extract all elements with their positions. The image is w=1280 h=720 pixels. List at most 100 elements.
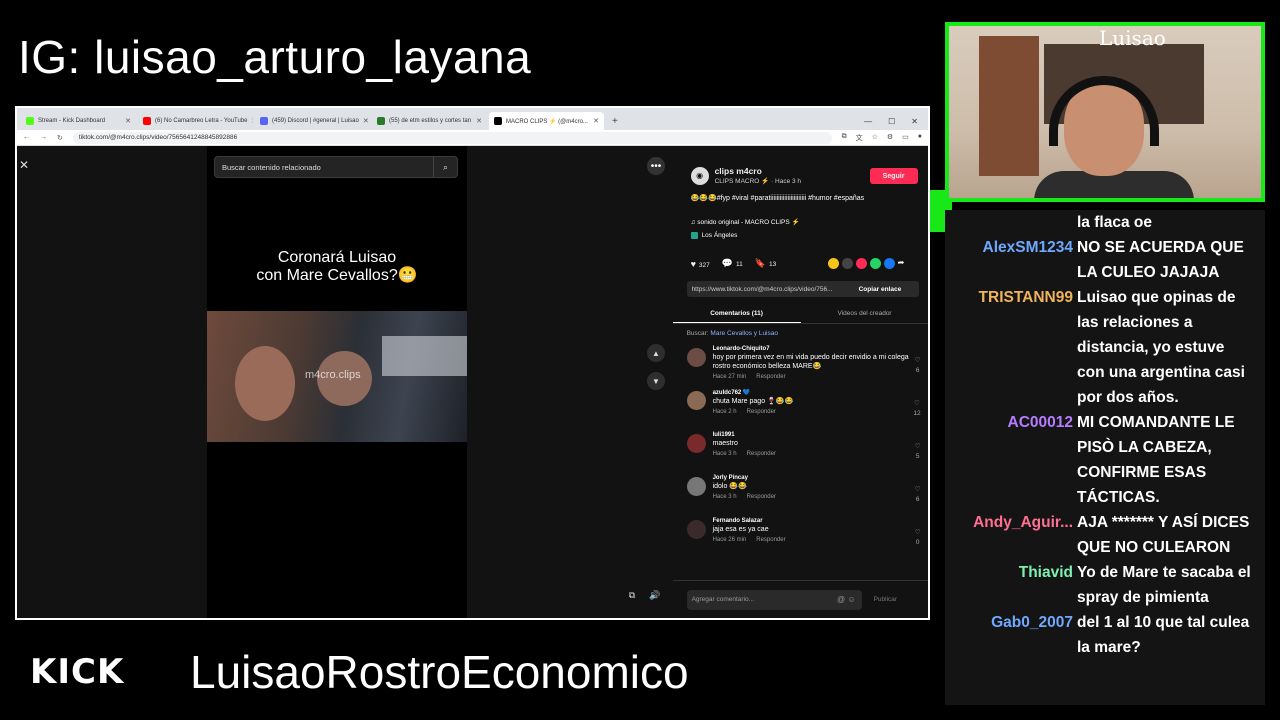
comment-user[interactable]: azuldc762 💙 <box>713 389 923 396</box>
comment-like[interactable]: ♡ 6 <box>915 356 921 376</box>
bookmark-icon: 🔖 <box>754 258 766 268</box>
video-caption: Coronará Luisao con Mare Cevallos?😬 <box>207 249 467 285</box>
embed-icon[interactable] <box>841 258 853 269</box>
comment-like[interactable]: ♡ 5 <box>915 442 921 462</box>
reply-button[interactable]: Responder <box>747 409 776 415</box>
mention-icon[interactable]: @ ☺ <box>837 595 856 604</box>
video-link[interactable]: https://www.tiktok.com/@m4cro.clips/vide… <box>692 286 833 293</box>
facebook-icon[interactable] <box>883 258 895 269</box>
tab-comments[interactable]: Comentarios (11) <box>672 304 801 323</box>
url-text: tiktok.com/@m4cro.clips/video/7565641248… <box>78 134 238 141</box>
related-search[interactable]: Buscar: Mare Cevallos y Luisao <box>687 330 778 337</box>
whatsapp-icon[interactable] <box>869 258 881 269</box>
chat-text: NO SE ACUERDA QUE LA CULEO JAJAJA <box>1077 239 1244 281</box>
bookmark-star-icon[interactable]: ☆ <box>872 133 878 143</box>
avatar[interactable] <box>686 391 706 410</box>
browser-window: Stream - Kick Dashboard ✕ (6) No Camarbre… <box>15 106 930 620</box>
share-arrow-icon[interactable]: ➦ <box>898 258 909 269</box>
url-field[interactable]: tiktok.com/@m4cro.clips/video/7565641248… <box>72 131 832 144</box>
tab-other[interactable]: (55) de etm estilos y cortes tan ✕ <box>372 112 487 130</box>
heart-icon: ♡ <box>914 486 921 493</box>
chat-username: Gab0_2007 <box>991 614 1073 631</box>
tab-discord[interactable]: (459) Discord | #general | Luisao ✕ <box>255 112 370 130</box>
location-text: Los Ángeles <box>701 232 738 239</box>
back-icon[interactable]: ← <box>23 134 30 141</box>
comment-text: jaja esa es ya cae <box>712 526 769 533</box>
chat-text: MI COMANDANTE LE PISÒ LA CABEZA, CONFIRM… <box>1077 414 1235 506</box>
profile-icon[interactable]: ● <box>918 133 922 143</box>
tab-tiktok[interactable]: MACRO CLIPS ⚡ (@m4cro... ✕ <box>489 112 604 130</box>
author-name[interactable]: clips m4cro <box>715 166 801 176</box>
new-tab-button[interactable]: + <box>606 112 624 130</box>
comment-button[interactable]: 💬 11 <box>722 258 743 269</box>
link-box: https://www.tiktok.com/@m4cro.clips/vide… <box>686 281 919 297</box>
reply-button[interactable]: Responder <box>747 451 776 457</box>
tab-label: (459) Discord | #general | Luisao <box>272 118 359 124</box>
instagram-handle: IG: luisao_arturo_layana <box>18 31 532 83</box>
comment-like-count: 6 <box>915 367 920 374</box>
comment-text: chuta Mare pago 🍷😂😂 <box>712 398 794 405</box>
next-video-icon[interactable]: ▼ <box>647 372 665 390</box>
avatar[interactable]: ◉ <box>690 166 709 185</box>
forward-icon[interactable]: → <box>40 134 47 141</box>
avatar[interactable] <box>686 520 706 539</box>
volume-icon[interactable]: 🔊 <box>647 587 663 603</box>
location-link[interactable]: Los Ángeles <box>690 232 738 239</box>
related-search-input[interactable]: Buscar contenido relacionado ⌕ <box>214 156 458 178</box>
close-window-icon[interactable]: ✕ <box>911 117 918 126</box>
comment-like[interactable]: ♡ 6 <box>915 485 921 505</box>
comment-user[interactable]: Leonardo-Chiquito7 <box>713 346 923 352</box>
search-icon[interactable]: ⌕ <box>433 157 457 177</box>
close-icon[interactable]: ✕ <box>125 117 131 125</box>
comment-input[interactable]: Agregar comentario... @ ☺ <box>686 589 862 610</box>
install-icon[interactable]: ⧉ <box>842 133 847 143</box>
like-button[interactable]: ♥ 327 <box>691 259 710 269</box>
minimize-icon[interactable]: — <box>864 117 872 126</box>
comment-like[interactable]: ♡ 12 <box>913 399 920 419</box>
author-block[interactable]: ◉ clips m4cro CLIPS MACRO ⚡ · Hace 3 h <box>690 166 802 185</box>
pip-icon[interactable]: ⧉ <box>624 587 640 603</box>
publish-button[interactable]: Publicar <box>874 596 897 603</box>
close-icon[interactable]: ✕ <box>363 117 369 125</box>
comment-user[interactable]: luli1991 <box>713 432 923 438</box>
avatar[interactable] <box>686 477 706 496</box>
comment-like[interactable]: ♡ 0 <box>915 528 921 548</box>
comment-icon: 💬 <box>721 258 733 268</box>
copy-link-button[interactable]: Copiar enlace <box>859 286 919 293</box>
reply-button[interactable]: Responder <box>756 374 785 380</box>
close-video-icon[interactable]: ✕ <box>19 158 29 172</box>
tab-kick-dashboard[interactable]: Stream - Kick Dashboard ✕ <box>21 112 136 130</box>
maximize-icon[interactable]: ☐ <box>888 117 895 126</box>
comment-user[interactable]: Fernando Salazar <box>713 518 923 524</box>
follow-button[interactable]: Seguir <box>869 168 918 184</box>
save-button[interactable]: 🔖 13 <box>755 258 776 269</box>
close-icon[interactable]: ✕ <box>252 117 254 125</box>
author-subtitle: CLIPS MACRO ⚡ · Hace 3 h <box>714 178 802 185</box>
sidebar-icon[interactable]: ▭ <box>902 133 909 143</box>
comment-item: Jorly Pincay idolo 😂😂 Hace 3 h Responder … <box>686 475 923 518</box>
chat-message: la flaca oe <box>945 210 1265 235</box>
comment-text: idolo 😂😂 <box>712 483 747 490</box>
coin-icon[interactable] <box>827 258 839 269</box>
more-options-icon[interactable]: ••• <box>647 157 665 175</box>
avatar[interactable] <box>686 434 706 453</box>
reload-icon[interactable]: ↻ <box>57 134 63 142</box>
close-icon[interactable]: ✕ <box>476 117 482 125</box>
heart-icon: ♡ <box>914 357 921 364</box>
like-count: 327 <box>698 261 710 269</box>
tab-youtube[interactable]: (6) No Camarbreo Letra - YouTube ✕ <box>138 112 253 130</box>
avatar[interactable] <box>686 348 706 367</box>
comment-user[interactable]: Jorly Pincay <box>713 475 923 481</box>
related-query[interactable]: Mare Cevallos y Luisao <box>710 330 778 337</box>
close-icon[interactable]: ✕ <box>593 117 599 125</box>
tab-creator-videos[interactable]: Videos del creador <box>801 304 928 323</box>
music-link[interactable]: ♫ sonido original - MACRO CLIPS ⚡ <box>691 218 800 226</box>
reply-button[interactable]: Responder <box>756 537 785 543</box>
previous-video-icon[interactable]: ▲ <box>647 344 665 362</box>
send-icon[interactable] <box>855 258 867 269</box>
extensions-icon[interactable]: ⚙ <box>887 133 893 143</box>
reply-button[interactable]: Responder <box>747 494 776 500</box>
kick-logo: KICK <box>30 652 125 692</box>
tab-label: MACRO CLIPS ⚡ (@m4cro... <box>506 118 588 125</box>
translate-icon[interactable]: 文 <box>856 133 863 143</box>
